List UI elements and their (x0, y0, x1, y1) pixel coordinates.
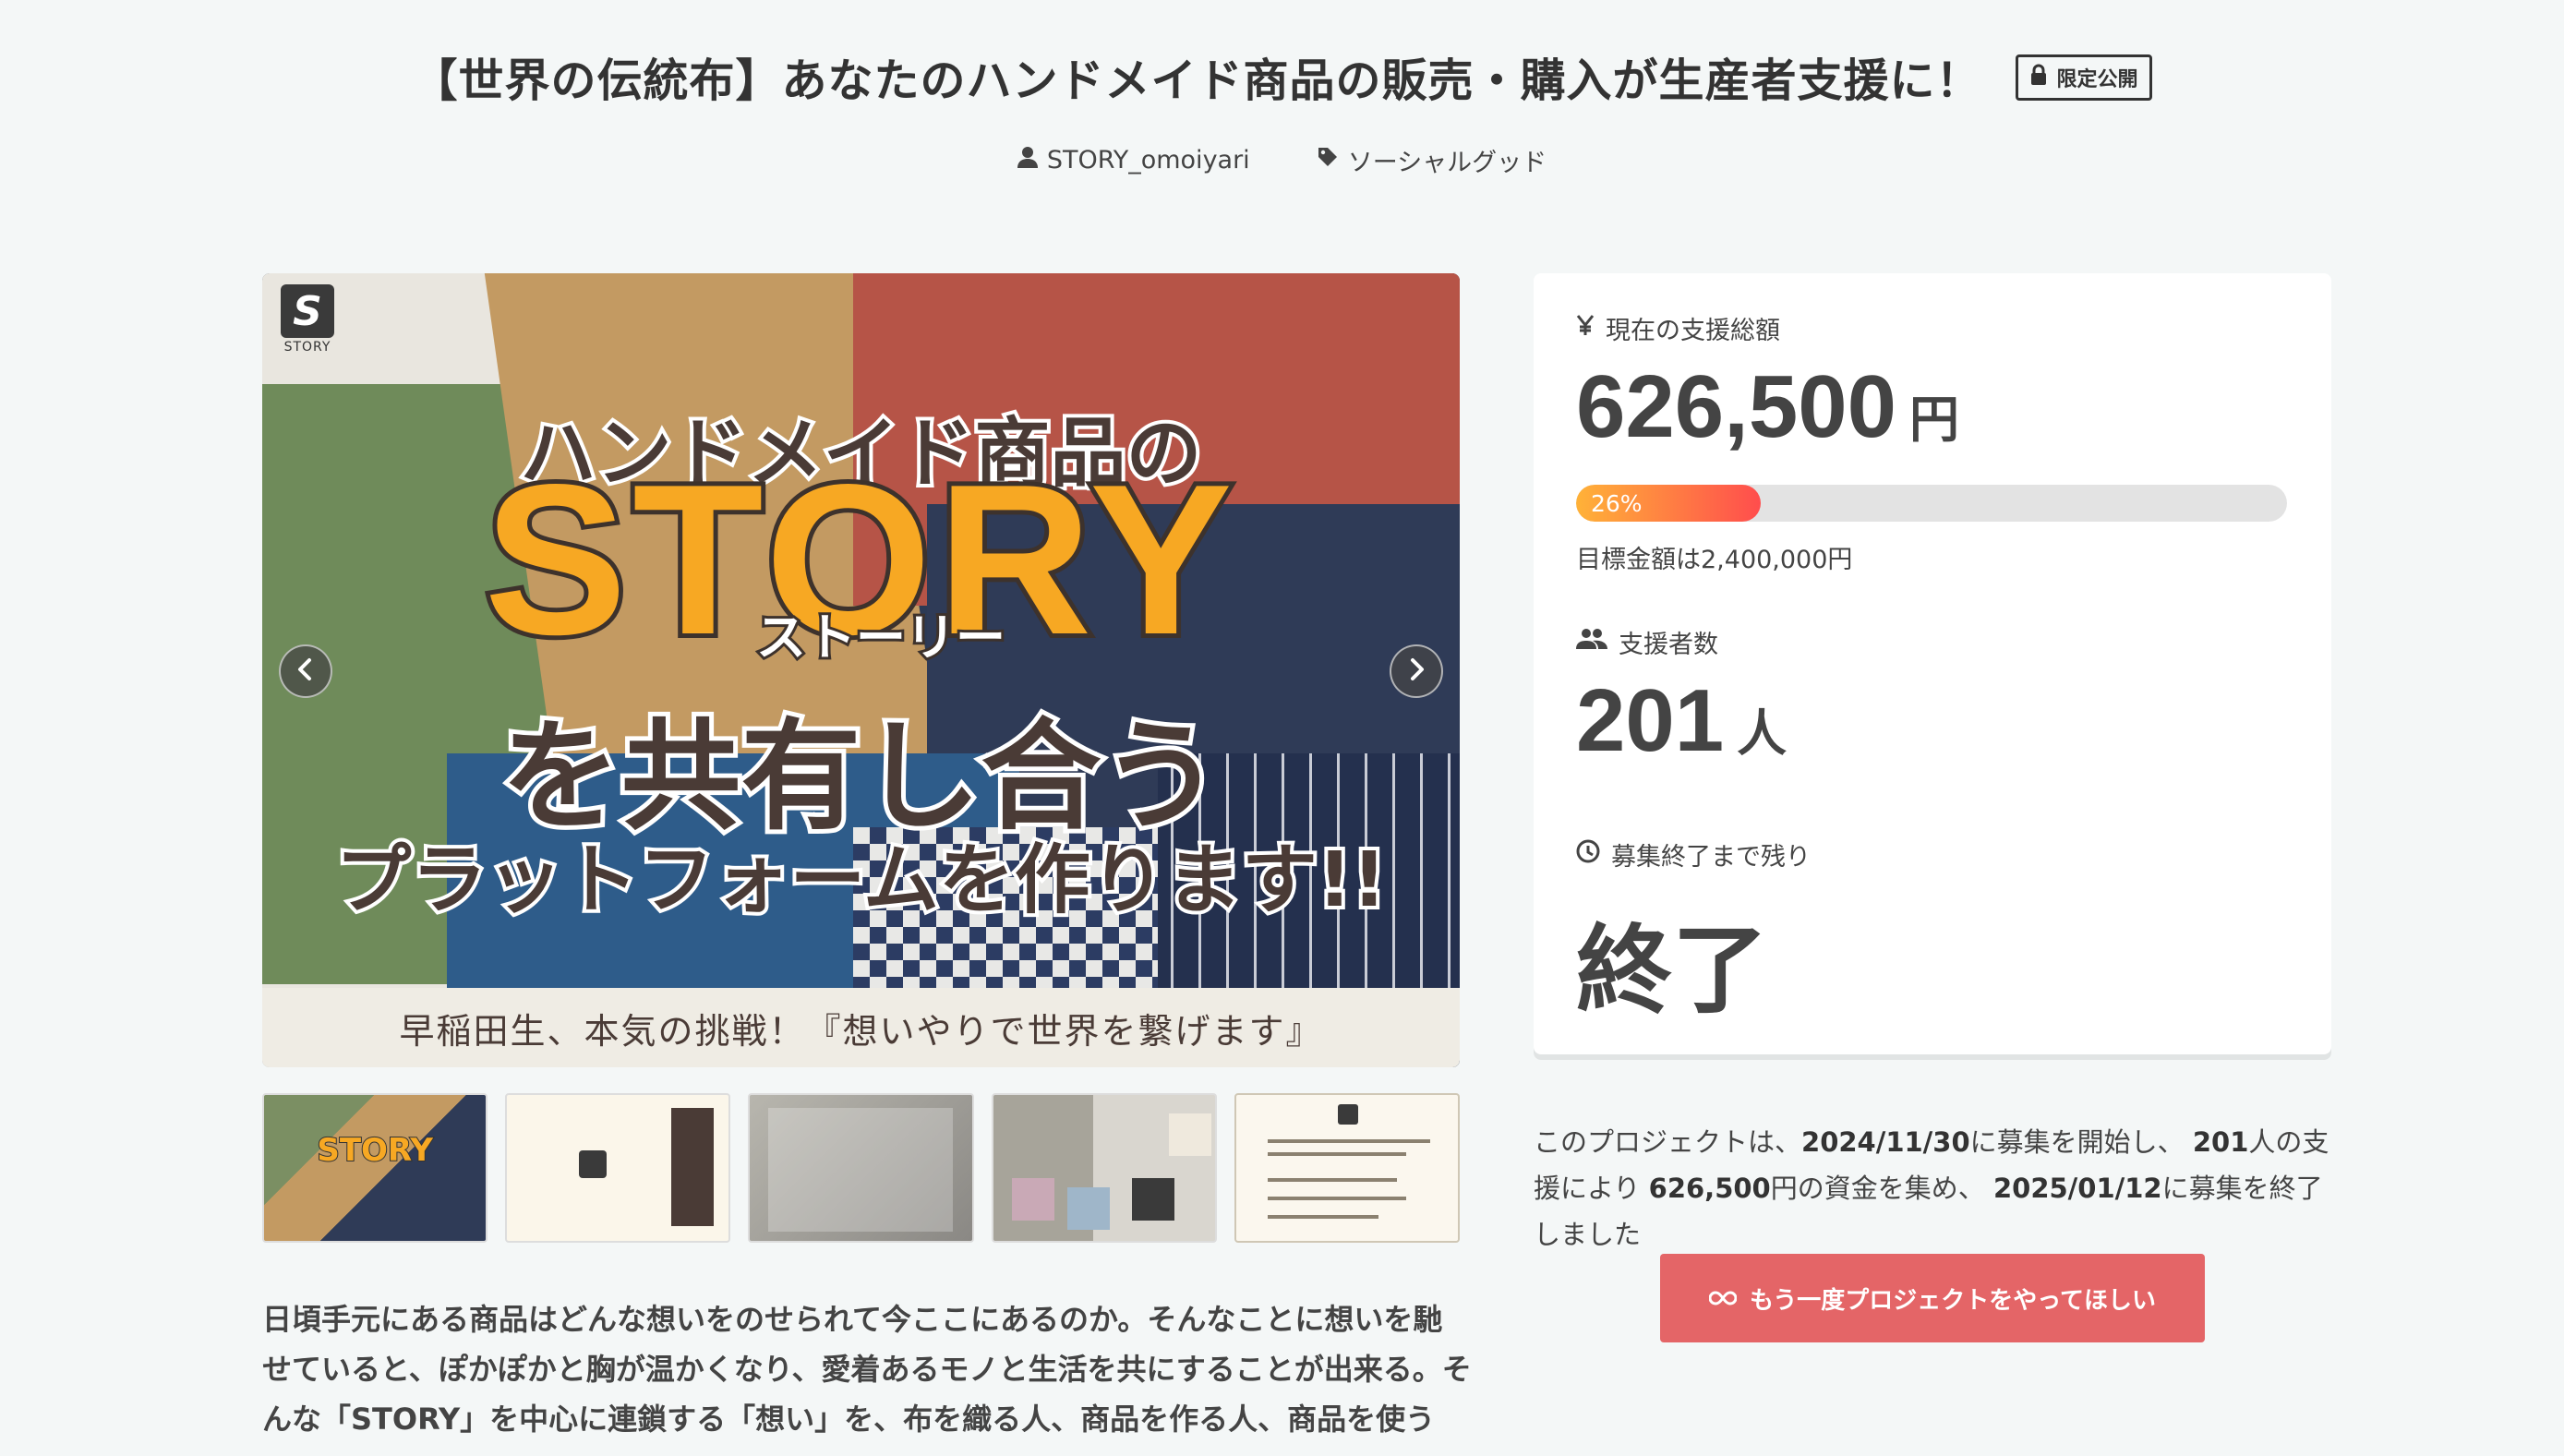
total-amount-value: 626,500 (1576, 357, 1897, 456)
funding-card: 現在の支援総額 626,500 円 26% 目標金額は2,400,000円 支援… (1534, 273, 2331, 1054)
clock-icon (1576, 839, 1600, 870)
thumbnail-1-text: STORY (316, 1131, 434, 1170)
limited-badge-label: 限定公開 (2056, 67, 2138, 91)
carousel-next-button[interactable] (1390, 644, 1443, 698)
progress-fill: 26% (1576, 485, 1762, 522)
supporters-value: 201 (1576, 671, 1725, 770)
end-date: 2025/01/12 (1992, 1173, 2162, 1204)
story-logo: S STORY (279, 284, 336, 356)
start-date: 2024/11/30 (1801, 1126, 1970, 1158)
thumbnail-3[interactable] (748, 1093, 974, 1243)
category-link[interactable]: ソーシャルグッド (1317, 142, 1547, 178)
hero-heading-kana: ストーリー (753, 606, 1008, 669)
owner-name: STORY_omoiyari (1046, 146, 1250, 174)
page-title: 【世界の伝統布】あなたのハンドメイド商品の販売・購入が生産者支援に！ (412, 54, 1982, 107)
thumbnail-2[interactable] (505, 1093, 731, 1243)
supporters-unit: 人 (1737, 704, 1788, 763)
total-amount-label: 現在の支援総額 (1576, 310, 1780, 346)
project-summary: このプロジェクトは、2024/11/30に募集を開始し、 201人の支援により … (1534, 1126, 2329, 1250)
request-again-label: もう一度プロジェクトをやってほしい (1750, 1286, 2156, 1315)
supporters-count: 201 人 (1576, 670, 1787, 772)
goal-amount: 目標金額は2,400,000円 (1576, 546, 1853, 574)
thumbnail-4[interactable] (991, 1093, 1217, 1243)
progress-bar: 26% (1576, 485, 2287, 522)
thumbnail-strip: STORY (262, 1093, 1461, 1243)
summary-supporters: 201 (2192, 1126, 2249, 1158)
total-amount-unit: 円 (1909, 391, 1960, 449)
chevron-left-icon (295, 657, 316, 685)
story-logo-word: STORY (283, 340, 331, 355)
supporters-label: 支援者数 (1576, 624, 1718, 660)
chevron-right-icon (1406, 657, 1426, 685)
title-row: 【世界の伝統布】あなたのハンドメイド商品の販売・購入が生産者支援に！ 限定公開 (0, 44, 2564, 110)
hero-heading-line4: プラットフォームを作ります!! (331, 833, 1390, 928)
story-logo-mark: S (281, 284, 334, 338)
category-name: ソーシャルグッド (1347, 149, 1547, 177)
yen-icon (1576, 314, 1595, 343)
hero-image: S STORY ハンドメイド商品の STORY ストーリー を共有し合う プラッ… (262, 273, 1460, 1067)
thumbnail-5[interactable] (1234, 1093, 1461, 1243)
total-amount: 626,500 円 (1576, 356, 1959, 458)
infinity-icon (1708, 1284, 1738, 1312)
project-meta: STORY_omoiyari ソーシャルグッド (0, 142, 2564, 178)
carousel-prev-button[interactable] (279, 644, 332, 698)
lock-icon (2029, 64, 2048, 91)
user-icon (1017, 146, 1038, 174)
thumbnail-1[interactable]: STORY (262, 1093, 488, 1243)
hero-caption: 早稲田生、本気の挑戦！『想いやりで世界を繋げます』 (262, 988, 1460, 1067)
project-description: 日頃手元にある商品はどんな想いをのせられて今ここにあるのか。そんなことに想いを馳… (262, 1302, 1472, 1437)
owner-link[interactable]: STORY_omoiyari (1017, 142, 1250, 178)
summary-amount: 626,500 (1648, 1173, 1771, 1204)
users-icon (1576, 628, 1607, 656)
remaining-label: 募集終了まで残り (1576, 836, 1811, 872)
request-again-button[interactable]: もう一度プロジェクトをやってほしい (1660, 1254, 2205, 1342)
remaining-value: 終了 (1576, 914, 1769, 1027)
limited-badge: 限定公開 (2015, 54, 2152, 101)
tag-icon (1317, 146, 1339, 174)
